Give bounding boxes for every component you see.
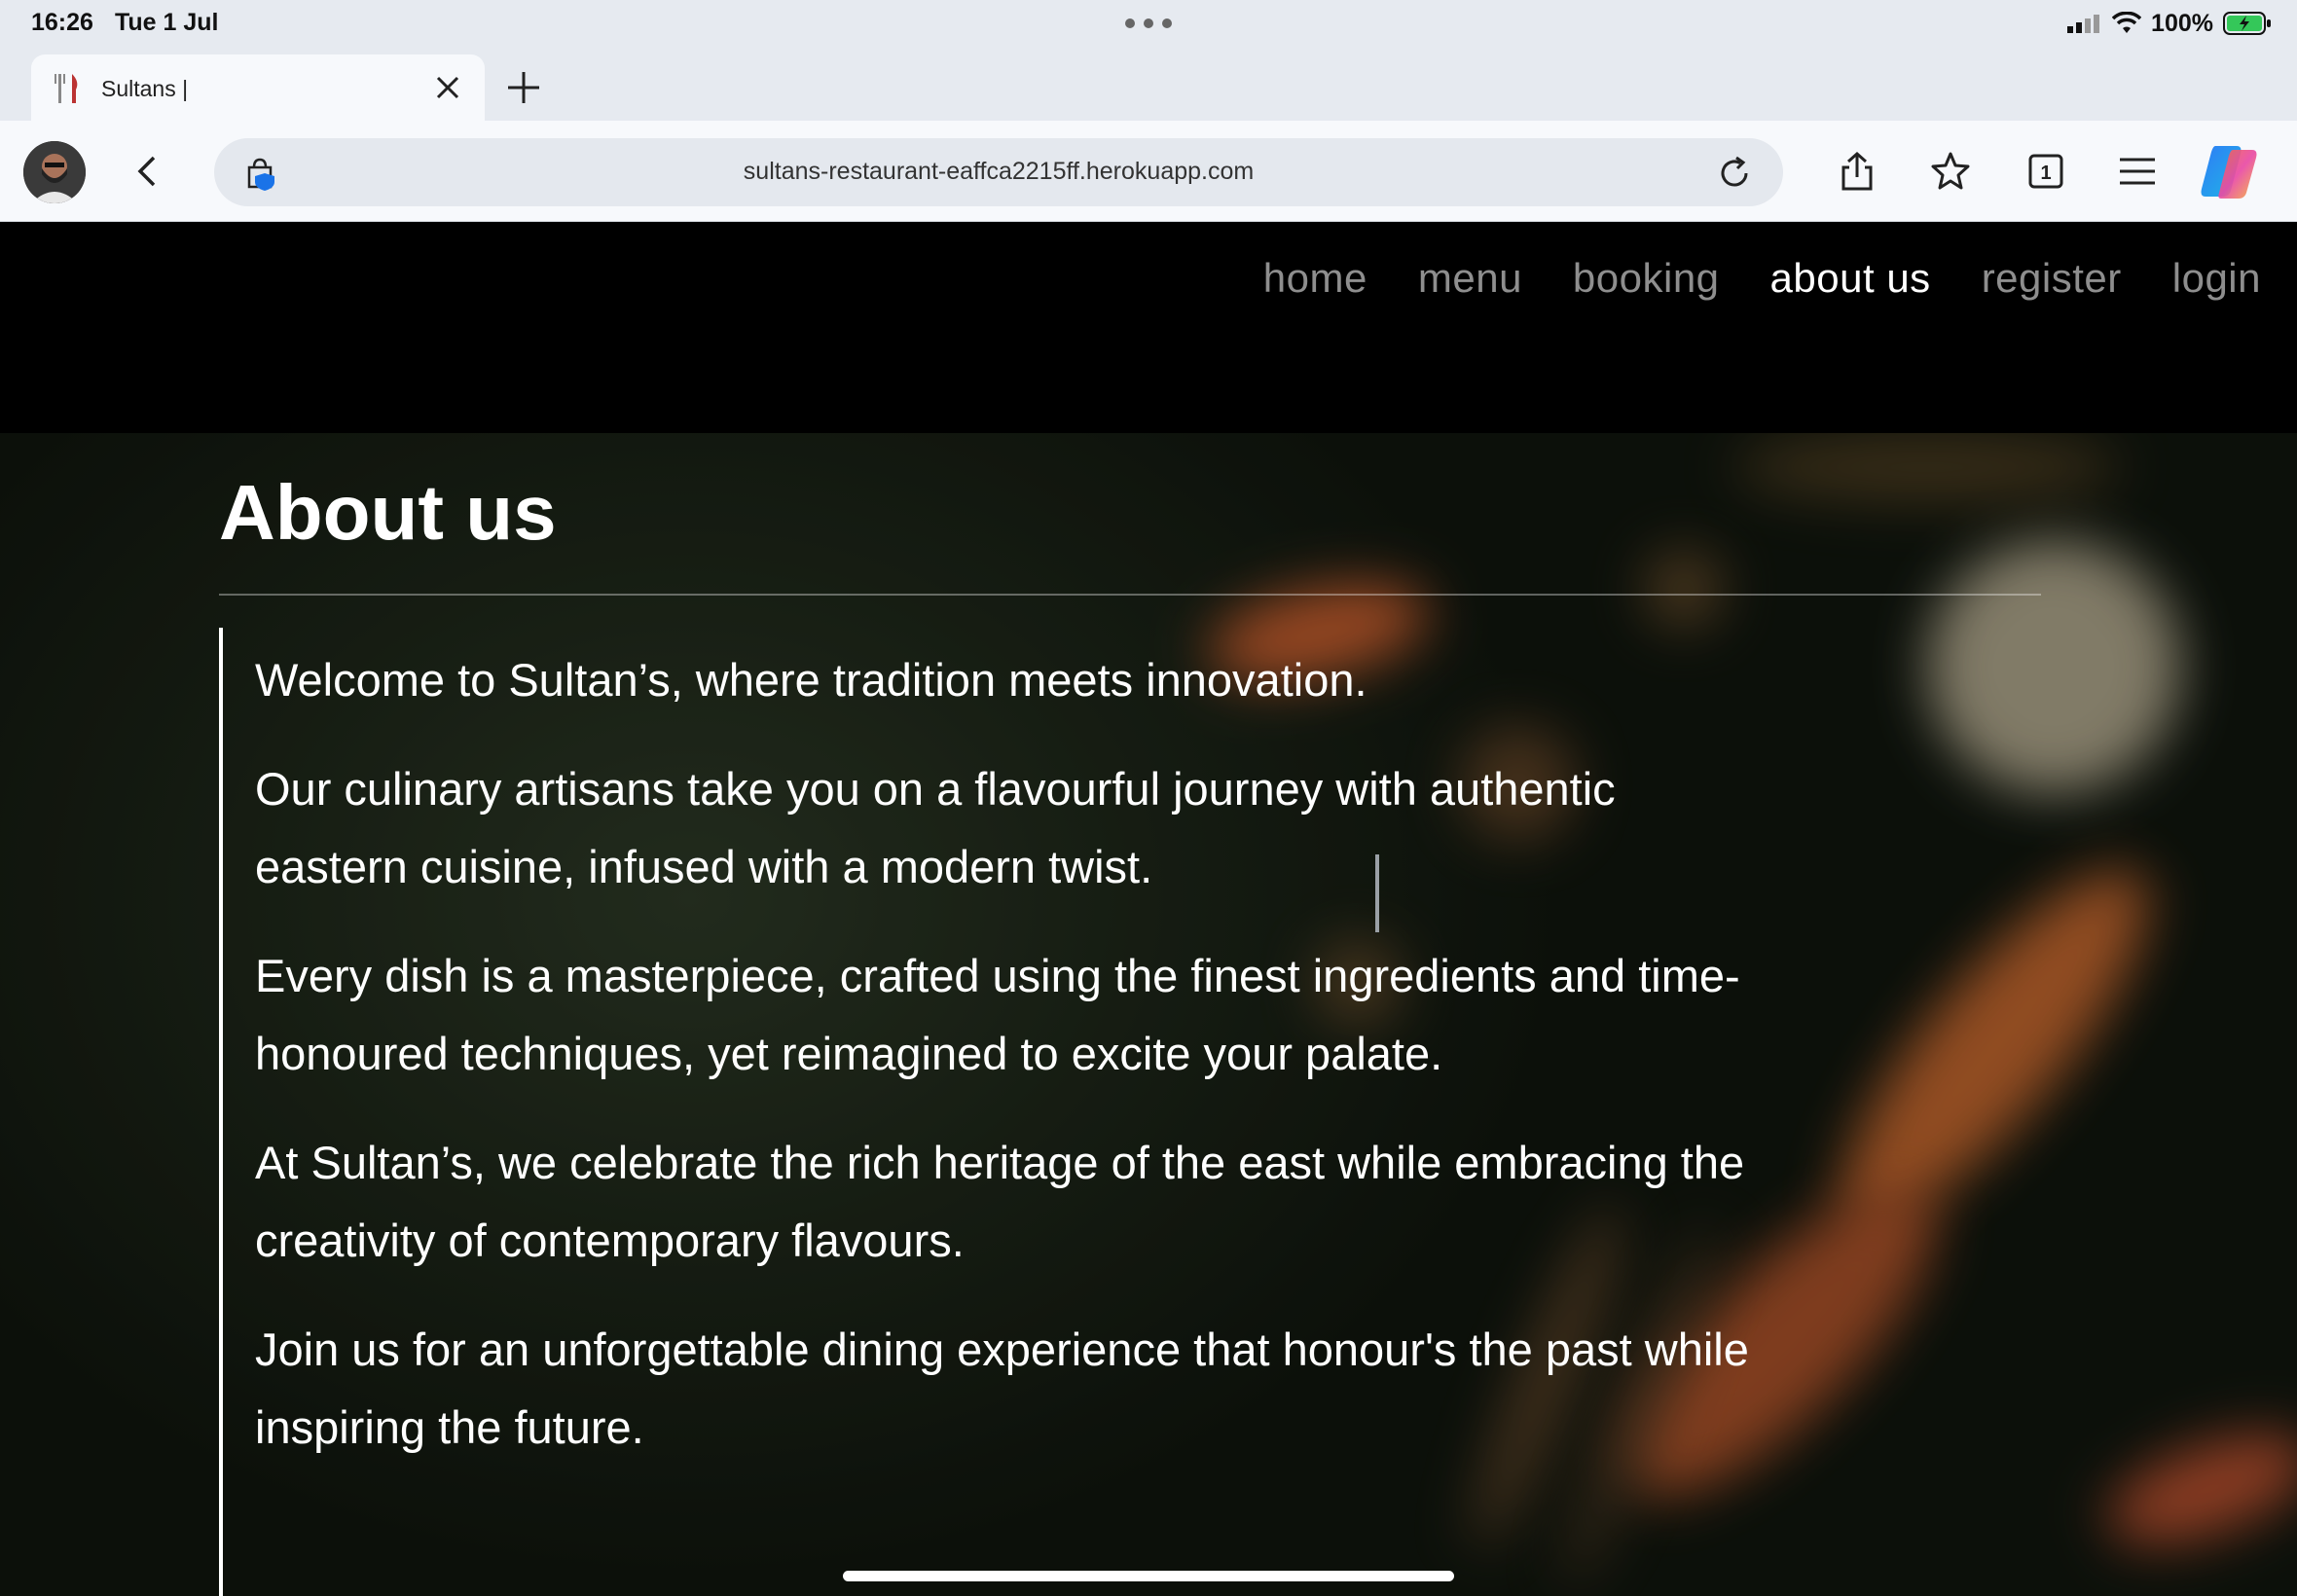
text-cursor <box>1375 854 1379 932</box>
tabs-icon[interactable]: 1 <box>2024 150 2067 193</box>
star-icon[interactable] <box>1929 150 1972 193</box>
reload-icon[interactable] <box>1715 154 1754 193</box>
site-navbar: home menu booking about us register logi… <box>0 222 2297 433</box>
copilot-icon[interactable] <box>2198 142 2262 200</box>
battery-charging-icon <box>2223 12 2271 35</box>
nav-register[interactable]: register <box>1982 255 2122 302</box>
url-text[interactable]: sultans-restaurant-eaffca2215ff.herokuap… <box>214 158 1783 186</box>
tab-strip: Sultans | <box>0 49 2297 121</box>
plus-icon[interactable] <box>504 68 543 107</box>
battery-percentage: 100% <box>2151 9 2213 37</box>
status-bar: 16:26 Tue 1 Jul 100% <box>0 0 2297 49</box>
nav-booking[interactable]: booking <box>1573 255 1720 302</box>
avatar[interactable] <box>23 141 86 203</box>
multitasking-dots-icon[interactable] <box>1125 18 1172 28</box>
tab-count: 1 <box>2040 163 2051 184</box>
cellular-signal-icon <box>2067 15 2100 33</box>
about-hero-section: About us Welcome to Sultan’s, where trad… <box>0 433 2297 1596</box>
back-icon[interactable] <box>128 152 167 191</box>
about-paragraph: Welcome to Sultan’s, where tradition mee… <box>255 654 1367 706</box>
browser-tab[interactable]: Sultans | <box>31 54 485 121</box>
status-date: Tue 1 Jul <box>115 9 219 36</box>
about-text-block: Welcome to Sultan’s, where tradition mee… <box>219 628 1776 1596</box>
nav-home[interactable]: home <box>1263 255 1367 302</box>
browser-toolbar: sultans-restaurant-eaffca2215ff.herokuap… <box>0 121 2297 222</box>
about-paragraph: Join us for an unforgettable dining expe… <box>255 1324 1749 1453</box>
close-icon[interactable] <box>430 70 465 105</box>
nav-menu[interactable]: menu <box>1418 255 1522 302</box>
page-title: About us <box>219 469 557 556</box>
home-indicator[interactable] <box>843 1571 1454 1581</box>
nav-login[interactable]: login <box>2172 255 2261 302</box>
title-divider <box>219 594 2041 596</box>
about-paragraph: Every dish is a masterpiece, crafted usi… <box>255 950 1740 1079</box>
address-bar[interactable]: sultans-restaurant-eaffca2215ff.herokuap… <box>214 138 1783 206</box>
about-paragraph: Our culinary artisans take you on a flav… <box>255 763 1616 892</box>
fork-knife-icon <box>55 74 78 103</box>
status-time: 16:26 <box>31 9 93 36</box>
about-paragraph: At Sultan’s, we celebrate the rich herit… <box>255 1137 1745 1266</box>
nav-about-us[interactable]: about us <box>1770 255 1931 302</box>
share-icon[interactable] <box>1836 150 1878 193</box>
menu-icon[interactable] <box>2116 150 2159 193</box>
wifi-icon <box>2112 12 2142 33</box>
tab-title: Sultans | <box>101 76 189 101</box>
